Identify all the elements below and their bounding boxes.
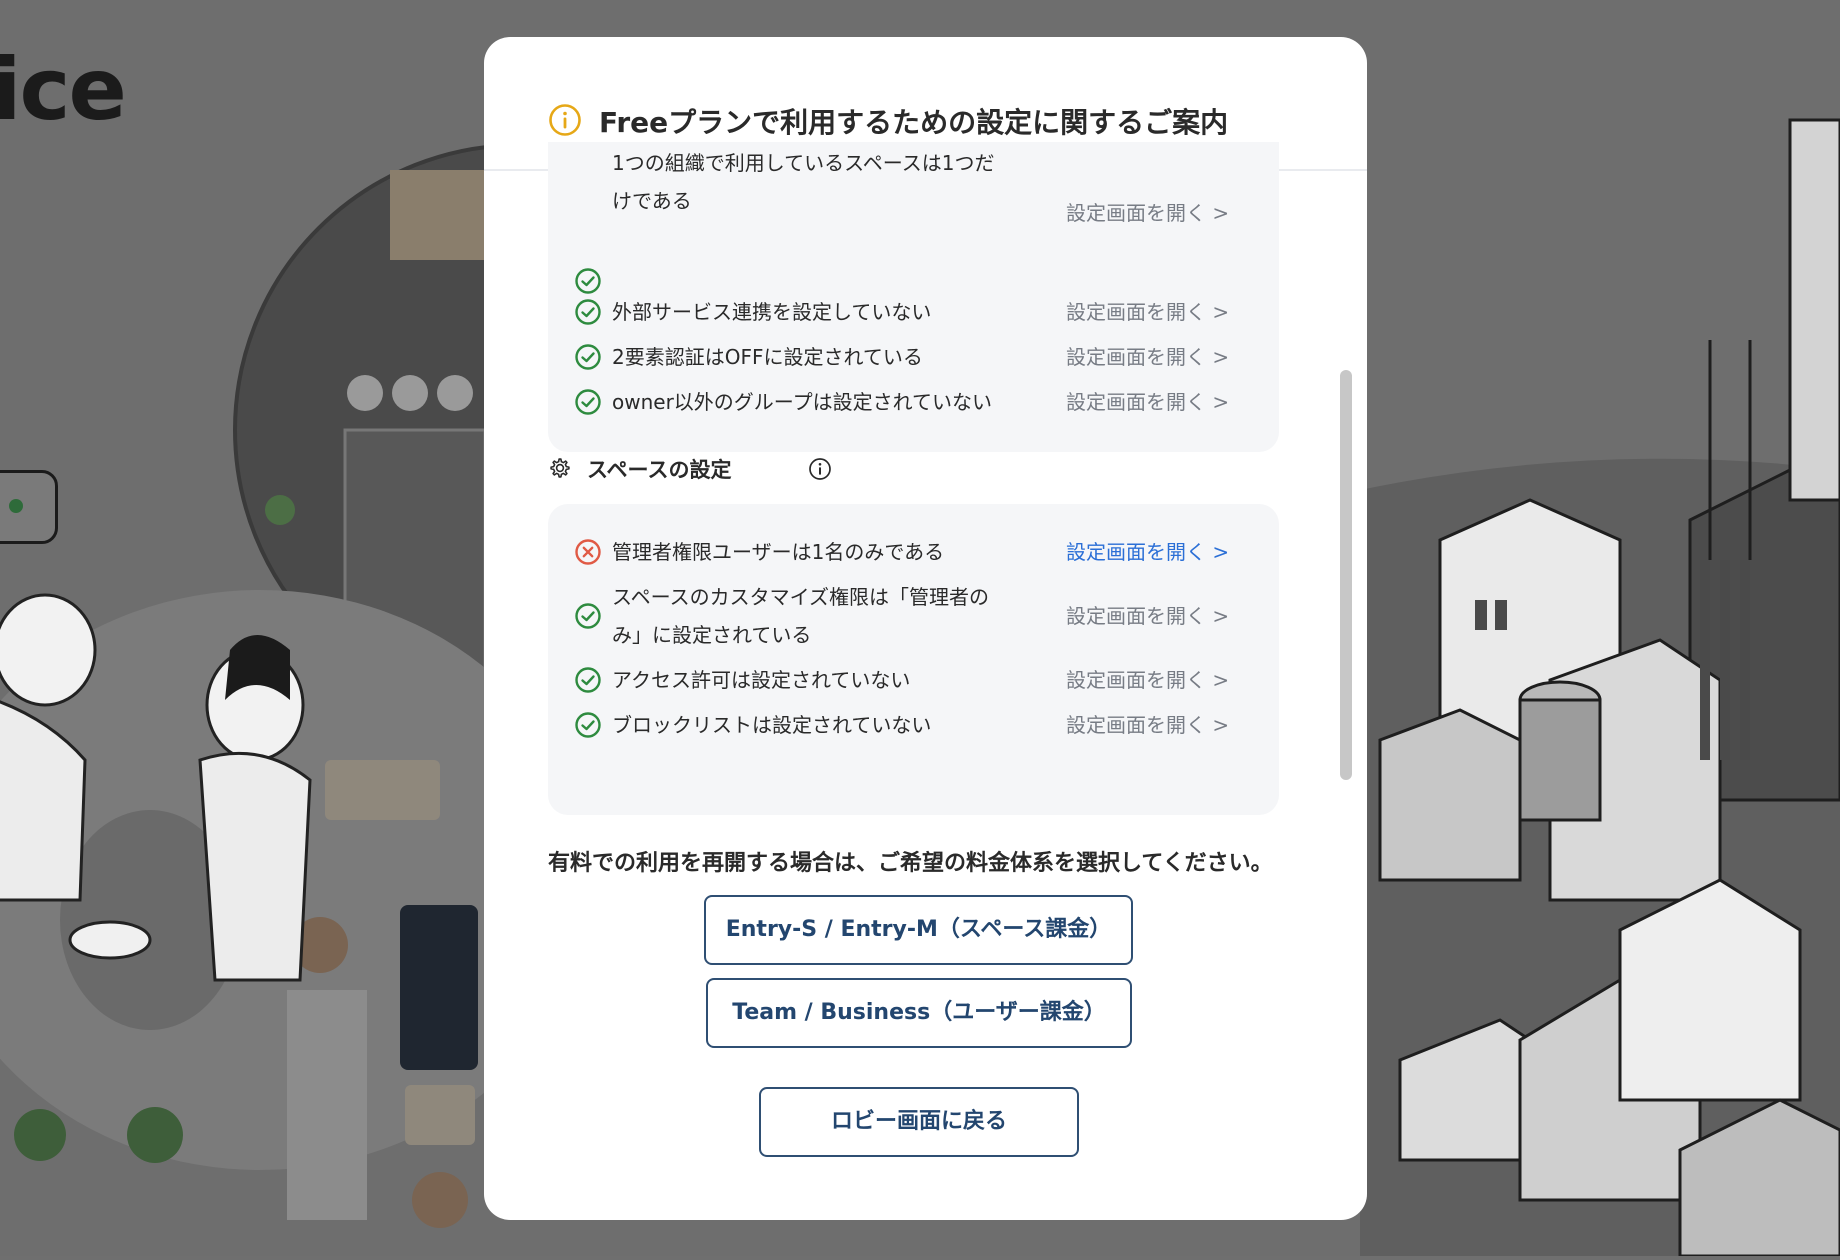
- check-circle-icon: [575, 268, 601, 294]
- row-text: 管理者権限ユーザーは1名のみである: [612, 540, 945, 564]
- open-settings-link[interactable]: 設定画面を開く >: [1066, 597, 1229, 635]
- back-to-lobby-button[interactable]: ロビー画面に戻る: [759, 1087, 1079, 1157]
- open-settings-link[interactable]: 設定画面を開く >: [1066, 194, 1229, 232]
- organization-settings-card: 1つの組織で利用しているスペースは1つだけである 設定画面を開く > 外部サービ…: [548, 142, 1279, 452]
- section-title: スペースの設定: [587, 458, 732, 482]
- check-circle-icon: [575, 712, 601, 738]
- scrollbar[interactable]: [1340, 370, 1352, 780]
- row-text: ブロックリストは設定されていない: [612, 713, 932, 737]
- gear-icon: [550, 458, 570, 478]
- row-text: アクセス許可は設定されていない: [612, 668, 911, 692]
- modal-title: Freeプランで利用するための設定に関するご案内: [599, 106, 1229, 139]
- check-circle-icon: [575, 389, 601, 415]
- open-settings-link[interactable]: 設定画面を開く >: [1066, 383, 1229, 421]
- team-business-plan-button[interactable]: Team / Business（ユーザー課金）: [706, 978, 1132, 1048]
- background-pill: [0, 470, 58, 544]
- free-plan-settings-modal: Freeプランで利用するための設定に関するご案内 1つの組織で利用しているスペー…: [484, 37, 1367, 1220]
- open-settings-link[interactable]: 設定画面を開く >: [1066, 338, 1229, 376]
- open-settings-link[interactable]: 設定画面を開く >: [1066, 533, 1229, 571]
- open-settings-link[interactable]: 設定画面を開く >: [1066, 661, 1229, 699]
- info-icon: [549, 104, 581, 136]
- space-settings-card: 管理者権限ユーザーは1名のみである 設定画面を開く > スペースのカスタマイズ権…: [548, 504, 1279, 815]
- x-circle-icon: [575, 539, 601, 565]
- check-circle-icon: [575, 344, 601, 370]
- entry-plan-button[interactable]: Entry-S / Entry-M（スペース課金）: [704, 895, 1133, 965]
- brand-logo: ice: [0, 40, 127, 140]
- info-icon[interactable]: [808, 457, 832, 481]
- row-text: 外部サービス連携を設定していない: [612, 300, 932, 324]
- row-text: 2要素認証はOFFに設定されている: [612, 345, 923, 369]
- check-circle-icon: [575, 603, 601, 629]
- row-text: スペースのカスタマイズ権限は「管理者のみ」に設定されている: [612, 585, 989, 647]
- row-text: 1つの組織で利用しているスペースは1つだけである: [612, 151, 995, 213]
- open-settings-link[interactable]: 設定画面を開く >: [1066, 293, 1229, 331]
- check-circle-icon: [575, 299, 601, 325]
- row-text: owner以外のグループは設定されていない: [612, 390, 992, 414]
- check-circle-icon: [575, 667, 601, 693]
- plan-selection-prompt: 有料での利用を再開する場合は、ご希望の料金体系を選択してください。: [548, 851, 1273, 876]
- open-settings-link[interactable]: 設定画面を開く >: [1066, 706, 1229, 744]
